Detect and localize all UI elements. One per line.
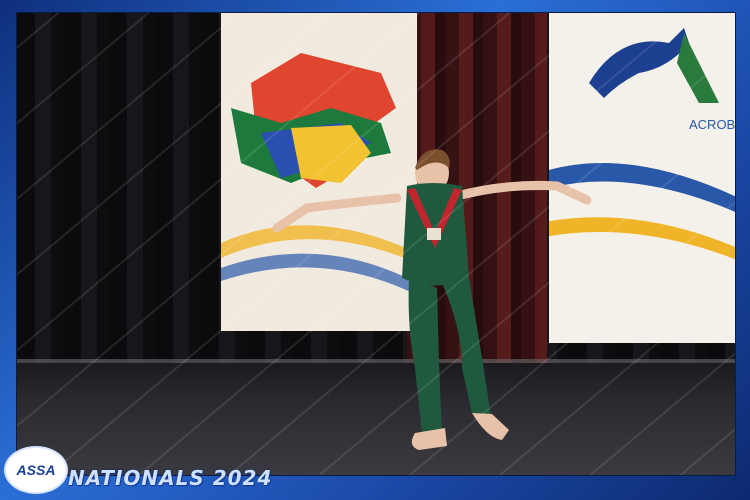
banner-text: ACROB: [689, 117, 736, 132]
event-title: NATIONALS 2024: [68, 466, 273, 490]
assa-logo: ASSA: [4, 446, 68, 494]
stage-photo: ACROB: [16, 12, 736, 476]
gymnast-figure: [272, 149, 592, 450]
photo-frame: ACROB ASSA NATIONALS 2024: [0, 0, 750, 500]
